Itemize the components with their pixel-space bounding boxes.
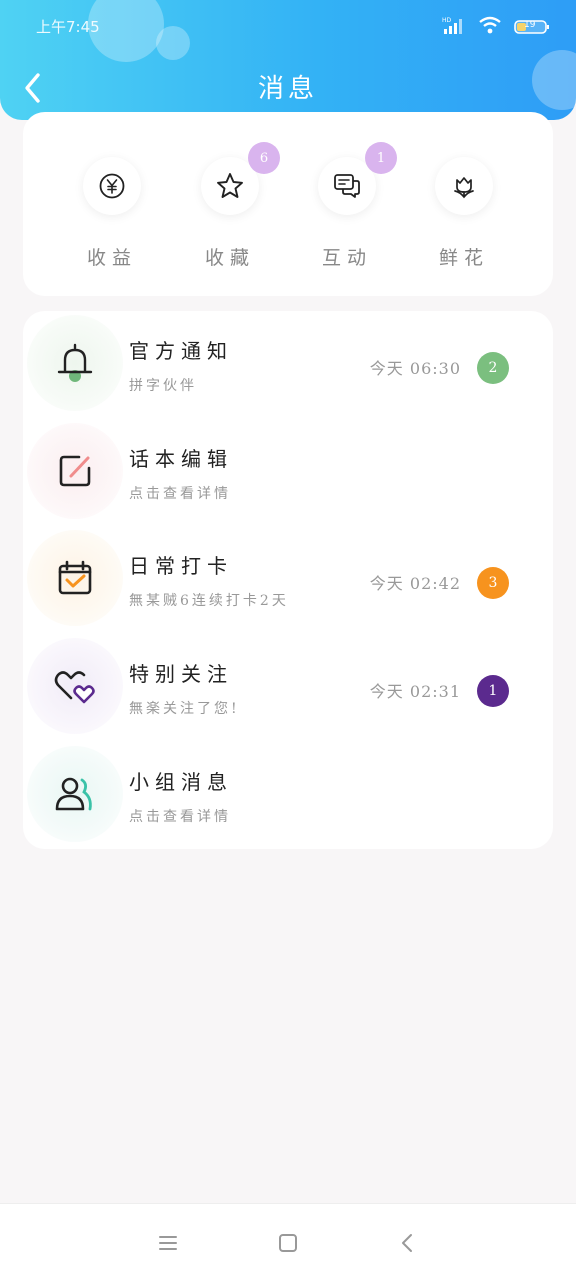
header-bar: 上午7:45 HD 19 消息 [0,0,576,120]
unread-badge: 3 [477,567,509,599]
message-row-group[interactable]: 小组消息 点击查看详情 [23,746,553,854]
row-icon-wrap [27,530,123,626]
calendar-check-icon [58,560,92,595]
home-square-icon [279,1234,297,1252]
quick-action-label: 鲜花 [438,247,489,269]
quick-action-favorites[interactable]: 6 收藏 [200,142,280,270]
row-icon-wrap [27,315,123,411]
row-icon-wrap [27,423,123,519]
row-title: 小组消息 [129,770,233,794]
row-icon-wrap [27,746,123,842]
quick-action-flowers[interactable]: 鲜花 [434,157,494,270]
page-title: 消息 [257,74,318,104]
row-title: 日常打卡 [129,554,233,578]
quick-action-earnings[interactable]: 收益 [82,157,142,270]
wifi-icon [478,16,502,38]
message-row-follow[interactable]: 特别关注 無楽关注了您! 今天 02:31 1 [23,638,553,746]
bell-icon [57,343,93,382]
hearts-icon [54,671,95,704]
message-row-official[interactable]: 官方通知 拼字伙伴 今天 06:30 2 [23,315,553,423]
quick-action-circle [435,157,493,215]
battery-level: 19 [524,20,536,30]
battery-icon: 19 [514,19,549,35]
message-list-card: 官方通知 拼字伙伴 今天 06:30 2 话本编辑 点击查看详情 日常打卡 無某… [23,311,553,849]
row-title: 官方通知 [129,339,233,363]
home-nav-button[interactable] [276,1231,300,1255]
unread-badge: 1 [477,675,509,707]
menu-icon [159,1236,177,1250]
back-triangle-icon [402,1234,412,1252]
row-subtitle: 点击查看详情 [129,486,231,502]
quick-action-interactions[interactable]: 1 互动 [317,142,397,270]
unread-badge: 2 [477,352,509,384]
row-title: 特别关注 [129,662,233,686]
row-icon-wrap [27,638,123,734]
svg-text:HD: HD [442,17,452,24]
group-icon [55,777,92,811]
interactions-badge: 1 [365,142,397,174]
row-time: 今天 02:31 [369,682,461,701]
chat-bubbles-icon [334,174,360,198]
row-title: 话本编辑 [129,447,233,471]
signal-icon: HD [442,16,466,38]
status-icons: HD 19 [442,16,549,38]
system-nav-bar [0,1203,576,1281]
back-nav-button[interactable] [396,1231,420,1255]
quick-action-label: 收藏 [204,247,255,269]
row-time: 今天 02:42 [369,574,461,593]
decor-bubble [156,26,190,60]
quick-actions-card: 收益 6 收藏 1 互动 鲜花 [23,112,553,296]
quick-action-label: 收益 [86,247,137,269]
row-subtitle: 拼字伙伴 [129,378,197,394]
star-icon [217,173,243,198]
row-time: 今天 06:30 [369,359,461,378]
menu-nav-button[interactable] [156,1231,180,1255]
yuan-coin-icon [99,173,125,199]
row-subtitle: 無楽关注了您! [129,701,240,717]
row-subtitle: 点击查看详情 [129,809,231,825]
flower-icon [454,177,474,199]
row-subtitle: 無某贼6连续打卡2天 [129,593,289,609]
status-time: 上午7:45 [36,18,100,36]
message-row-editor[interactable]: 话本编辑 点击查看详情 [23,423,553,531]
edit-icon [59,455,91,487]
quick-action-circle [83,157,141,215]
quick-action-label: 互动 [321,247,372,269]
message-row-checkin[interactable]: 日常打卡 無某贼6连续打卡2天 今天 02:42 3 [23,530,553,638]
favorites-badge: 6 [248,142,280,174]
